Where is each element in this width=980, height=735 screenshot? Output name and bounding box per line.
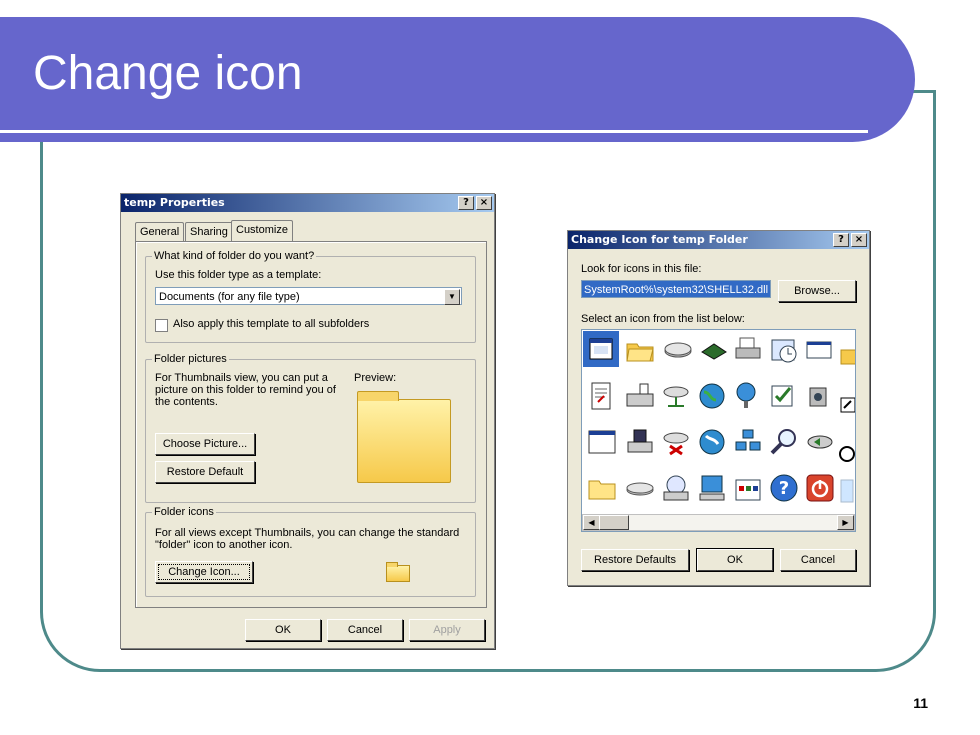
help-button[interactable]: ? <box>458 196 474 210</box>
window-list-icon[interactable] <box>804 334 836 366</box>
disconnected-drive-icon[interactable] <box>660 426 692 458</box>
cd-drive-icon[interactable] <box>660 472 692 504</box>
tab-sharing[interactable]: Sharing <box>185 222 233 241</box>
network-drive-icon[interactable] <box>660 380 692 412</box>
folder-pictures-group: Folder pictures For Thumbnails view, you… <box>145 353 476 503</box>
drive-icon[interactable] <box>662 334 694 366</box>
desktop-drive-icon[interactable] <box>624 380 656 412</box>
properties-titlebar[interactable]: temp Properties ? × <box>121 194 494 212</box>
shortcut-overlay-icon[interactable] <box>839 446 855 478</box>
close-button[interactable]: × <box>851 233 867 247</box>
tab-general[interactable]: General <box>135 222 185 241</box>
browse-button[interactable]: Browse... <box>778 280 856 302</box>
properties-title: temp Properties <box>124 196 225 209</box>
folder-pictures-group-label: Folder pictures <box>152 353 229 365</box>
chip-icon[interactable] <box>698 334 730 366</box>
internet-globe-icon[interactable] <box>696 380 728 412</box>
choose-picture-button[interactable]: Choose Picture... <box>155 433 255 455</box>
restore-defaults-button[interactable]: Restore Defaults <box>581 549 689 571</box>
properties-dialog: temp Properties ? × General Sharing Cust… <box>120 193 495 649</box>
template-select-value: Documents (for any file type) <box>159 291 300 303</box>
speaker-icon[interactable] <box>804 380 836 412</box>
close-button[interactable]: × <box>476 196 492 210</box>
scroll-thumb[interactable] <box>599 515 629 530</box>
restore-default-button[interactable]: Restore Default <box>155 461 255 483</box>
printer-icon[interactable] <box>732 334 764 366</box>
folder-closed-icon[interactable] <box>586 472 618 504</box>
title-underline <box>0 130 868 133</box>
slide-title: Change icon <box>33 47 303 100</box>
network-places-icon[interactable] <box>732 426 764 458</box>
tab-customize[interactable]: Customize <box>231 220 293 241</box>
folder-type-group: What kind of folder do you want? Use thi… <box>145 250 476 343</box>
web-globe-icon[interactable] <box>696 426 728 458</box>
icon-list[interactable]: ? ◀ ▶ <box>581 329 856 532</box>
pictures-desc-2: picture on this folder to remind you of <box>155 384 336 396</box>
document-icon[interactable] <box>586 380 618 412</box>
control-panel-icon[interactable] <box>732 472 764 504</box>
search-icon[interactable] <box>768 426 800 458</box>
apply-button[interactable]: Apply <box>409 619 485 641</box>
apply-subfolders-label: Also apply this template to all subfolde… <box>173 318 370 330</box>
folder-open-icon[interactable] <box>624 334 656 366</box>
shutdown-icon[interactable] <box>804 472 836 504</box>
change-icon-dialog: Change Icon for temp Folder ? × Look for… <box>567 230 870 586</box>
icons-desc-2: "folder" icon to another icon. <box>155 539 293 551</box>
program-window-icon[interactable] <box>583 331 619 367</box>
look-for-label: Look for icons in this file: <box>581 263 702 275</box>
ok-button[interactable]: OK <box>245 619 321 641</box>
folder-icon <box>386 562 410 582</box>
folder-icons-group: Folder icons For all views except Thumbn… <box>145 506 476 597</box>
folder-preview-icon <box>357 391 451 483</box>
folder-type-group-label: What kind of folder do you want? <box>152 250 317 262</box>
change-icon-title: Change Icon for temp Folder <box>571 233 748 246</box>
scroll-right-button[interactable]: ▶ <box>837 515 854 530</box>
change-icon-button[interactable]: Change Icon... <box>155 561 253 583</box>
icon-file-input[interactable]: SystemRoot%\system32\SHELL32.dll <box>581 280 771 298</box>
blank-window-icon[interactable] <box>586 426 618 458</box>
help-icon[interactable]: ? <box>768 472 800 504</box>
run-icon[interactable] <box>804 426 836 458</box>
pictures-desc-1: For Thumbnails view, you can put a <box>155 372 328 384</box>
template-label: Use this folder type as a template: <box>155 269 322 281</box>
icons-desc-1: For all views except Thumbnails, you can… <box>155 527 460 539</box>
shortcut-arrow-icon[interactable] <box>839 396 855 428</box>
apply-subfolders-checkbox[interactable] <box>155 319 168 332</box>
pictures-desc-3: the contents. <box>155 396 218 408</box>
customize-panel: What kind of folder do you want? Use thi… <box>135 241 487 608</box>
my-computer-icon[interactable] <box>696 472 728 504</box>
scheduled-task-icon[interactable] <box>768 334 800 366</box>
folder-icons-group-label: Folder icons <box>152 506 216 518</box>
floppy-drive-icon[interactable] <box>624 426 656 458</box>
template-select[interactable]: Documents (for any file type) ▼ <box>155 287 462 305</box>
scroll-left-button[interactable]: ◀ <box>583 515 600 530</box>
network-globe-icon[interactable] <box>732 380 764 412</box>
cancel-button[interactable]: Cancel <box>780 549 856 571</box>
cancel-button[interactable]: Cancel <box>327 619 403 641</box>
partial-icon[interactable] <box>839 476 855 508</box>
chevron-down-icon[interactable]: ▼ <box>444 289 460 305</box>
page-number: 11 <box>913 695 928 711</box>
hard-disk-icon[interactable] <box>624 472 656 504</box>
select-icon-label: Select an icon from the list below: <box>581 313 745 325</box>
help-button[interactable]: ? <box>833 233 849 247</box>
change-icon-titlebar[interactable]: Change Icon for temp Folder ? × <box>568 231 869 249</box>
icon-list-scrollbar[interactable]: ◀ ▶ <box>582 514 855 531</box>
folder-shortcut-icon[interactable] <box>839 340 855 372</box>
preview-label: Preview: <box>354 372 397 384</box>
ok-button[interactable]: OK <box>696 548 774 572</box>
checklist-icon[interactable] <box>768 380 800 412</box>
svg-text:?: ? <box>779 478 789 499</box>
